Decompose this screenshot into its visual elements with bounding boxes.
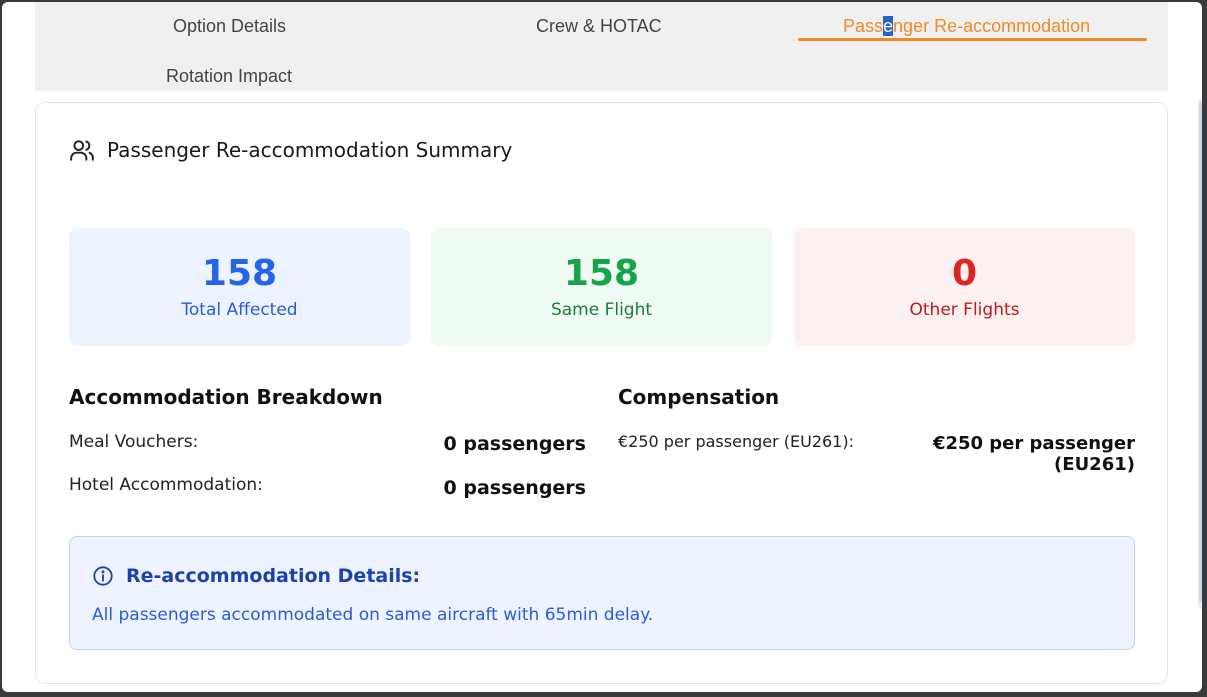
stat-total-affected: 158 Total Affected [69,228,410,346]
users-icon [70,140,94,161]
compensation-heading: Compensation [618,385,780,409]
card-title: Passenger Re-accommodation Summary [69,137,512,163]
compensation-value: €250 per passenger (EU261) [932,433,1135,475]
details-text: All passengers accommodated on same airc… [92,605,654,625]
info-icon [93,566,113,586]
details-title-text: Re-accommodation Details: [126,565,421,587]
breakdown-heading: Accommodation Breakdown [69,385,383,409]
hotel-accommodation-label: Hotel Accommodation: [69,475,263,495]
tab-bar: Option Details Crew & HOTAC Passenger Re… [35,2,1168,91]
stat-label: Same Flight [550,300,653,320]
summary-card: Passenger Re-accommodation Summary 158 T… [35,102,1168,684]
compensation-label: €250 per passenger (EU261): [618,432,854,451]
tab-label-part: nger Re-accommodation [893,16,1091,36]
active-tab-indicator [798,38,1147,41]
meal-vouchers-value: 0 passengers [443,433,586,455]
modal-dialog: Option Details Crew & HOTAC Passenger Re… [2,2,1202,692]
scrollbar-thumb[interactable] [1199,102,1202,602]
meal-vouchers-label: Meal Vouchers: [69,432,199,452]
tab-label-part: Pass [843,16,884,36]
stat-value: 158 [563,253,640,294]
stat-value: 0 [951,253,978,294]
card-title-text: Passenger Re-accommodation Summary [107,138,513,162]
stat-label: Other Flights [909,300,1020,320]
text-selection: e [883,16,894,36]
stat-other-flights: 0 Other Flights [794,228,1135,346]
hotel-accommodation-value: 0 passengers [443,477,586,499]
tab-rotation-impact[interactable]: Rotation Impact [166,66,292,87]
stat-same-flight: 158 Same Flight [431,228,772,346]
tab-option-details[interactable]: Option Details [173,16,286,37]
details-title: Re-accommodation Details: [92,565,420,587]
reaccommodation-details-box: Re-accommodation Details: All passengers… [69,536,1135,650]
stat-value: 158 [201,253,278,294]
tab-crew-hotac[interactable]: Crew & HOTAC [536,16,662,37]
tab-passenger-reaccommodation[interactable]: Passenger Re-accommodation [843,16,1090,37]
stat-label: Total Affected [181,300,298,320]
